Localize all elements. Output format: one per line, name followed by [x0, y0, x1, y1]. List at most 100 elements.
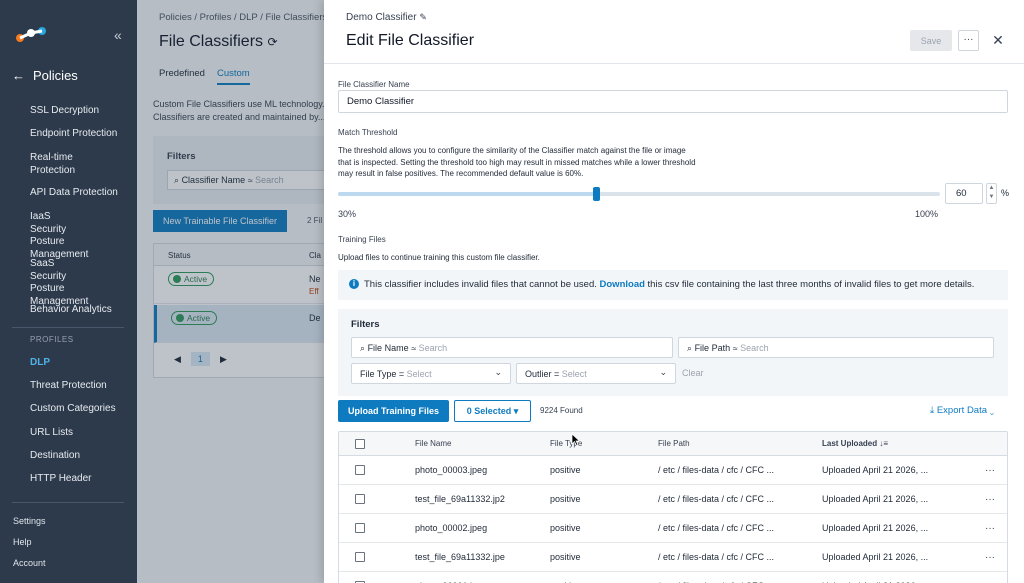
row-checkbox[interactable]	[355, 523, 365, 533]
cell-last-uploaded: Uploaded April 21 2026, ...	[822, 552, 929, 562]
cell-file-name: test_file_69a11332.jpe	[415, 552, 505, 562]
divider	[12, 327, 124, 328]
row-checkbox[interactable]	[355, 465, 365, 475]
export-data-button[interactable]: ⤓ Export Data ⌄	[930, 405, 994, 416]
threshold-input[interactable]: 60	[945, 183, 983, 204]
table-row[interactable]: test_file_69a11332.jp2 positive / etc / …	[339, 485, 1007, 514]
threshold-stepper[interactable]: ▲ ▼	[986, 183, 997, 204]
netskope-logo-icon[interactable]	[14, 26, 48, 46]
panel-title: Edit File Classifier	[346, 32, 475, 49]
cell-last-uploaded: Uploaded April 21 2026, ...	[822, 523, 929, 533]
sidebar-item-destination[interactable]: Destination	[0, 450, 92, 463]
threshold-slider[interactable]	[338, 187, 940, 201]
cell-file-path: / etc / files-data / cfc / CFC ...	[658, 572, 774, 583]
threshold-description: The threshold allows you to configure th…	[338, 146, 696, 178]
chevron-down-icon: ▼	[988, 194, 995, 200]
cell-file-name: photo_00003.jpeg	[415, 465, 488, 475]
sidebar-item-settings[interactable]: Settings	[13, 516, 46, 526]
sidebar-item-account[interactable]: Account	[13, 558, 46, 568]
cell-file-type: positive	[550, 523, 581, 533]
sidebar-item-custom-categories[interactable]: Custom Categories	[0, 403, 128, 416]
download-link[interactable]: Download	[600, 279, 645, 290]
select-all-checkbox[interactable]	[355, 439, 365, 449]
cell-file-type: positive	[550, 494, 581, 504]
outlier-select[interactable]: Outlier = Select ⌄	[516, 363, 676, 384]
caret-down-icon: ▾	[513, 406, 519, 416]
file-type-select[interactable]: File Type = Select ⌄	[351, 363, 511, 384]
sidebar-item-saas-security[interactable]: SaaS Security Posture Management	[0, 258, 100, 308]
cell-file-name: photo_00002.jpeg	[415, 523, 488, 533]
back-to-policies[interactable]: ← Policies	[12, 68, 78, 83]
row-actions-icon[interactable]: ···	[985, 543, 995, 572]
file-path-filter[interactable]: ⌕ File Path ≃ Search	[678, 337, 994, 358]
cell-file-type: positive	[550, 465, 581, 475]
selected-dropdown[interactable]: 0 Selected ▾	[454, 400, 531, 422]
more-actions-button[interactable]: ···	[958, 30, 979, 51]
sidebar-item-dlp[interactable]: DLP	[0, 357, 62, 370]
cell-file-name: photo_00001.jpeg	[415, 572, 487, 583]
percent-sign: %	[1001, 188, 1010, 198]
info-icon: i	[349, 279, 359, 289]
col-file-path[interactable]: File Path	[658, 432, 690, 456]
upload-training-files-button[interactable]: Upload Training Files	[338, 400, 449, 422]
chevron-down-icon: ⌄	[989, 405, 995, 416]
sidebar-item-threat-protection[interactable]: Threat Protection	[0, 380, 119, 393]
sidebar-item-ssl-decryption[interactable]: SSL Decryption	[0, 105, 111, 118]
row-checkbox[interactable]	[355, 552, 365, 562]
sort-desc-icon: ↓≡	[879, 439, 889, 448]
training-filters: Filters ⌕ File Name ≃ Search ⌕ File Path…	[338, 309, 1008, 396]
search-icon: ⌕	[360, 343, 366, 353]
profiles-section-label: PROFILES	[30, 335, 74, 344]
row-actions-icon[interactable]: ···	[985, 456, 995, 485]
edit-pencil-icon[interactable]: ✎	[419, 12, 427, 22]
sidebar-item-realtime-protection[interactable]: Real-time Protection	[0, 152, 100, 177]
training-description: Upload files to continue training this c…	[338, 253, 540, 262]
filters-label: Filters	[351, 319, 380, 330]
sidebar-item-url-lists[interactable]: URL Lists	[0, 427, 85, 440]
download-icon: ⤓	[930, 405, 935, 416]
cell-file-type: positive	[550, 552, 581, 562]
sidebar-item-api-data-protection[interactable]: API Data Protection	[0, 187, 130, 200]
banner-text: This classifier includes invalid files t…	[364, 279, 597, 290]
name-label: File Classifier Name	[338, 80, 410, 89]
panel-subtitle: Demo Classifier ✎	[346, 12, 427, 23]
sidebar-item-endpoint-protection[interactable]: Endpoint Protection	[0, 128, 129, 141]
col-last-uploaded[interactable]: Last Uploaded ↓≡	[822, 432, 888, 456]
table-row[interactable]: photo_00002.jpeg positive / etc / files-…	[339, 514, 1007, 543]
save-button[interactable]: Save	[910, 30, 952, 51]
chevron-up-icon: ▲	[988, 185, 995, 191]
clear-filters-button[interactable]: Clear	[682, 368, 704, 378]
threshold-max: 100%	[915, 209, 939, 219]
chevron-down-icon: ⌄	[494, 367, 502, 377]
sidebar: « ← Policies SSL Decryption Endpoint Pro…	[0, 0, 137, 583]
edit-classifier-panel: Demo Classifier ✎ Edit File Classifier S…	[324, 0, 1024, 583]
row-actions-icon[interactable]: ···	[985, 485, 995, 514]
cell-file-name: test_file_69a11332.jp2	[415, 494, 505, 504]
cell-file-path: / etc / files-data / cfc / CFC ...	[658, 465, 775, 475]
sidebar-item-http-header[interactable]: HTTP Header	[0, 473, 104, 486]
divider	[12, 502, 124, 503]
training-label: Training Files	[338, 235, 386, 244]
cell-file-path: / etc / files-data / cfc / CFC ...	[658, 494, 775, 504]
table-row[interactable]: test_file_69a11332.jpe positive / etc / …	[339, 543, 1007, 572]
sidebar-item-help[interactable]: Help	[13, 537, 32, 547]
row-actions-icon[interactable]: ···	[985, 514, 995, 543]
col-file-name[interactable]: File Name	[415, 432, 451, 456]
slider-handle[interactable]	[593, 187, 600, 201]
threshold-min: 30%	[338, 209, 357, 219]
sidebar-item-iaas-security[interactable]: IaaS Security Posture Management	[0, 211, 100, 261]
panel-header: Demo Classifier ✎ Edit File Classifier S…	[324, 0, 1024, 64]
collapse-sidebar-icon[interactable]: «	[114, 27, 122, 43]
modal-overlay[interactable]	[137, 0, 327, 583]
row-checkbox[interactable]	[355, 494, 365, 504]
section-title: Policies	[33, 68, 78, 83]
threshold-label: Match Threshold	[338, 128, 398, 137]
table-row[interactable]: photo_00003.jpeg positive / etc / files-…	[339, 456, 1007, 485]
close-icon[interactable]: ✕	[988, 30, 1008, 51]
file-name-filter[interactable]: ⌕ File Name ≃ Search	[351, 337, 673, 358]
classifier-name-input[interactable]: Demo Classifier	[338, 90, 1008, 113]
training-files-table: File Name File Type File Path Last Uploa…	[338, 431, 1008, 583]
sidebar-item-behavior-analytics[interactable]: Behavior Analytics	[0, 304, 124, 317]
table-row[interactable]: photo_00001.jpeg positive / etc / files-…	[339, 572, 1007, 583]
table-header: File Name File Type File Path Last Uploa…	[339, 432, 1007, 456]
